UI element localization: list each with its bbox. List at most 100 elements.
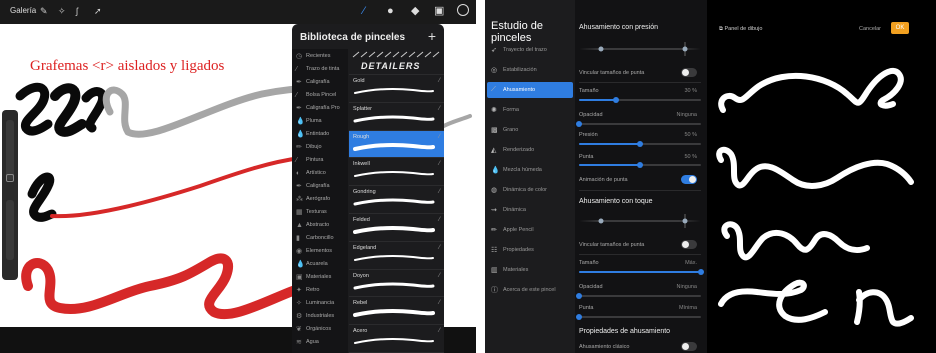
brush-category-item[interactable]: 💧 Entintado [292,127,348,141]
brush-category-item[interactable]: ⁄ Pintura [292,153,348,167]
pressure-pressure-slider[interactable] [579,141,701,147]
brush-item[interactable]: Splatter ⁄ [349,103,444,131]
brush-category-item[interactable]: ✦ Retro [292,283,348,297]
pressure-taper-control[interactable] [579,42,701,56]
touch-opacity-slider[interactable] [576,293,701,299]
spray-icon: ⁂ [296,196,303,203]
studio-nav-item[interactable]: ✺ Forma [487,102,573,118]
smudge-icon[interactable]: ● [387,5,394,17]
tip-animation-toggle[interactable] [681,175,697,184]
brush-item[interactable]: Inkwell ⁄ [349,158,444,187]
brush-category-item[interactable]: ≋ Agua [292,335,348,349]
brush-category-item[interactable]: ⁂ Aerógrafo [292,192,348,206]
studio-nav-item[interactable]: ◭ Renderizado [487,142,573,158]
studio-nav-item[interactable]: ⟋ Ahusamiento [487,82,573,98]
brush-category-label: Industriales [306,313,335,319]
touch-link-tip-toggle[interactable] [681,240,697,249]
brush-size-slider[interactable] [6,120,14,180]
slider-knob[interactable] [576,314,582,320]
brush-category-item[interactable]: ◐ Artístico [292,166,348,180]
brush-preview-path [353,198,435,206]
color-picker-icon[interactable] [457,4,469,16]
brush-category-item[interactable]: ❦ Orgánicos [292,322,348,336]
brush-item[interactable]: Gondring ⁄ [349,186,444,214]
slider-knob[interactable] [576,293,582,299]
gallery-button[interactable]: Galería [10,6,36,15]
studio-nav-item[interactable]: ☷ Propiedades [487,242,573,258]
brush-category-item[interactable]: ⁄ Bolsa Pincel [292,88,348,102]
drawing-pad[interactable]: ⧉ Panel de dibujo Cancelar OK [707,0,936,353]
brush-category-item[interactable]: ✒ Caligrafía [292,179,348,193]
studio-nav-item[interactable]: ➶ Trayecto del trazo [487,42,573,58]
brush-list: DETAILERS Gold ⁄ Splatter ⁄ Rough ⁄ Inkwell ⁄ Go… [349,49,444,353]
studio-nav-item[interactable]: ◎ Estabilización [487,62,573,78]
adjustments-icon[interactable]: ✧ [58,5,66,17]
brush-category-item[interactable]: ◷ Recientes [292,49,348,63]
selection-icon[interactable]: ʃ [76,5,78,17]
stick-icon: ▮ [296,235,300,242]
studio-nav-item[interactable]: ▩ Grano [487,122,573,138]
brush-category-item[interactable]: ▦ Texturas [292,205,348,219]
brush-category-item[interactable]: ✒ Caligrafía [292,75,348,89]
pressure-tip-label: Punta [579,154,594,160]
pressure-link-tip-toggle[interactable] [681,68,697,77]
studio-nav-item[interactable]: 💧 Mezcla húmeda [487,162,573,178]
brush-category-item[interactable]: ⚙ Industriales [292,309,348,323]
brush-category-item[interactable]: ✒ Caligrafía Pro [292,101,348,115]
wrench-icon[interactable]: ✎ [40,5,48,17]
brush-item[interactable]: Edgeland ⁄ [349,242,444,270]
brush-item[interactable]: Rough ⁄ [349,130,444,159]
layers-icon[interactable]: ▣ [434,5,444,17]
studio-nav-item[interactable]: ⇝ Dinámica [487,202,573,218]
brush-item[interactable]: Acero ⁄ [349,325,444,353]
brush-category-item[interactable]: ✧ Luminancia [292,296,348,310]
studio-nav-item[interactable]: ✏ Apple Pencil [487,222,573,238]
slider-knob[interactable] [637,162,643,168]
brush-category-item[interactable]: ⁄ Trazo de tinta [292,62,348,76]
modify-button[interactable] [6,174,14,182]
brush-category-item[interactable]: ◉ Elementos [292,244,348,258]
brush-item[interactable]: Gold ⁄ [349,75,444,103]
studio-nav-item[interactable]: ◍ Dinámica de color [487,182,573,198]
brush-icon[interactable]: ⁄ [363,5,365,17]
add-brush-button[interactable]: + [428,28,436,44]
brush-item[interactable]: Felded ⁄ [349,214,444,242]
slider-knob[interactable] [637,141,643,147]
brush-item[interactable]: Rebel ⁄ [349,297,444,326]
touch-tip-value: Mínima [678,305,697,311]
drop-icon: 💧 [296,118,305,125]
touch-size-slider[interactable] [579,269,704,275]
studio-nav-label: Trayecto del trazo [503,47,547,53]
touch-taper-control[interactable] [579,214,701,228]
opacity-slider[interactable] [6,200,14,260]
black-stroke-2 [50,83,87,137]
brush-category-item[interactable]: 💧 Pluma [292,114,348,128]
brush-category-item[interactable]: ▲ Abstracto [292,218,348,232]
slider-knob[interactable] [612,97,619,103]
touch-tip-slider[interactable] [576,314,701,320]
brush-category-item[interactable]: 💧 Acuarela [292,257,348,271]
brush-item[interactable]: Doyon ⁄ [349,270,444,298]
brush-category-label: Texturas [306,209,327,215]
touch-opacity-label: Opacidad [579,284,603,290]
brush-category-item[interactable]: ✏ Dibujo [292,140,348,154]
studio-nav-item[interactable]: ⓘ Acerca de este pincel [487,282,573,298]
pressure-opacity-slider[interactable] [576,121,701,127]
brush-category-label: Elementos [306,248,332,254]
touch-link-tip-label: Vincular tamaños de punta [579,242,645,248]
studio-nav-item[interactable]: ▥ Materiales [487,262,573,278]
transform-icon[interactable]: ➚ [94,5,102,17]
brush-category-label: Caligrafía [306,183,330,189]
eraser-icon[interactable]: ◆ [411,5,419,17]
slider-knob[interactable] [698,269,704,275]
brush-category-item[interactable]: ▮ Carboncillo [292,231,348,245]
studio-nav-label: Apple Pencil [503,227,534,233]
side-slider-panel[interactable] [2,110,18,280]
brush-set-banner: DETAILERS [349,49,444,75]
brush-category-item[interactable]: ▣ Materiales [292,270,348,284]
brush-preview-stroke [354,171,434,178]
classic-taper-toggle[interactable] [681,342,697,351]
slider-knob[interactable] [576,121,582,127]
pressure-tip-slider[interactable] [579,162,701,168]
pressure-size-slider[interactable] [579,97,701,103]
